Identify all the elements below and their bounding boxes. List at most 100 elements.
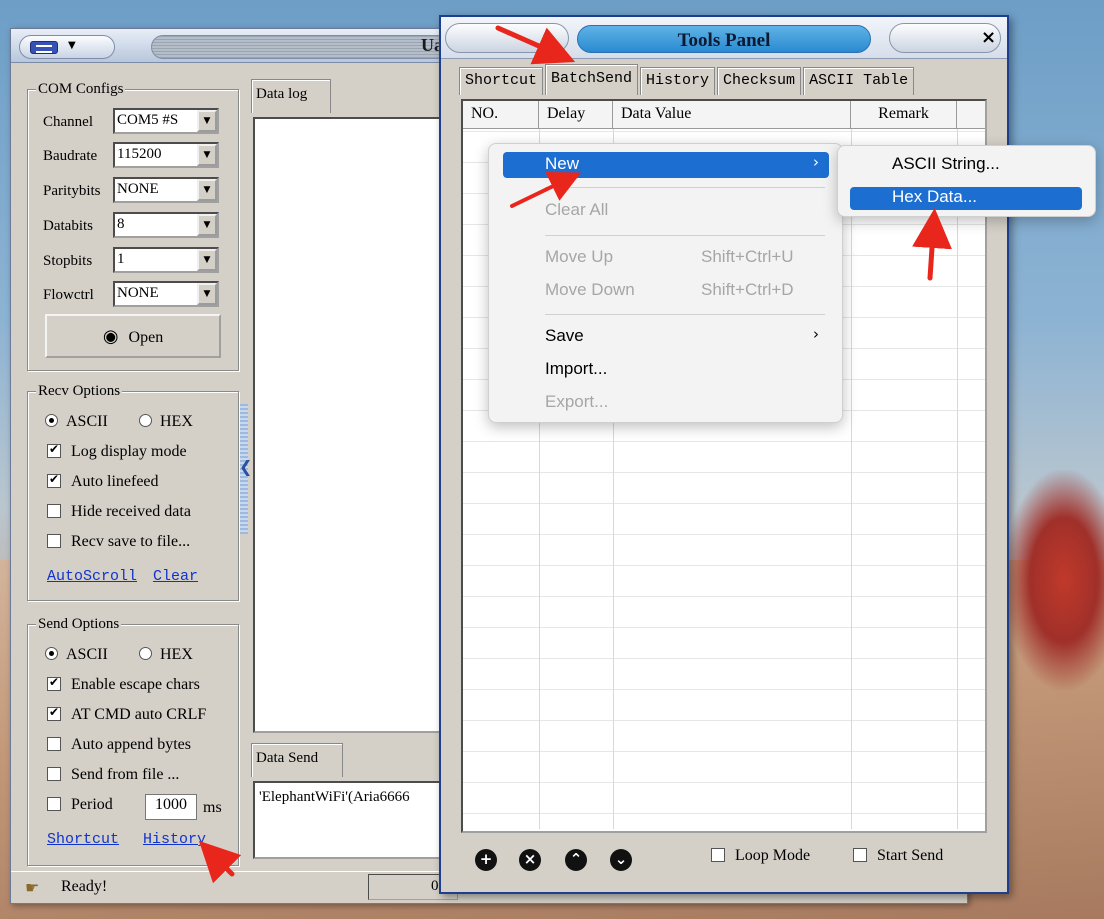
add-item-icon[interactable]: + [475,849,497,871]
record-icon: ◉ [102,326,119,347]
menu-item-move-up: Move Up Shift+Ctrl+U [503,245,829,271]
baudrate-label: Baudrate [43,148,98,164]
channel-value: COM5 #S [117,112,179,128]
data-send-input[interactable]: 'ElephantWiFi'(Aria6666 [253,781,453,859]
at-cmd-crlf-checkbox[interactable]: AT CMD auto CRLF [47,705,206,724]
checkbox-label: Auto linefeed [71,473,159,490]
period-checkbox[interactable]: Period [47,796,113,814]
menu-item-export: Export... [503,390,829,416]
column-header-data-value[interactable]: Data Value [613,101,851,129]
title-pill: Tools Panel [577,25,871,53]
menu-item-save[interactable]: Save › [503,324,829,350]
stopbits-value: 1 [117,251,125,267]
menu-label: Hex Data... [892,187,978,206]
move-down-icon[interactable]: ⌄ [610,849,632,871]
chevron-down-icon: ▼ [68,40,76,51]
tools-panel-title: Tools Panel [677,30,771,51]
column-header-no[interactable]: NO. [463,101,539,129]
start-send-checkbox[interactable]: Start Send [853,847,943,865]
menu-item-new[interactable]: New › [503,152,829,178]
dropdown-arrow-icon[interactable]: ▼ [197,283,217,305]
databits-label: Databits [43,218,93,234]
radio-unselected-icon [139,647,152,660]
stopbits-select[interactable]: 1 ▼ [113,247,219,273]
recv-options-title: Recv Options [36,383,123,400]
menu-separator [545,235,825,236]
tab-history[interactable]: History [640,67,716,95]
checkbox-checked-icon [47,705,61,721]
move-up-icon[interactable]: ⌃ [565,849,587,871]
baudrate-value: 115200 [117,146,162,162]
column-header-remark[interactable]: Remark [851,101,957,129]
dropdown-arrow-icon[interactable]: ▼ [197,110,217,132]
menu-item-import[interactable]: Import... [503,357,829,383]
checkbox-unchecked-icon [47,767,61,781]
send-options-title: Send Options [36,616,122,633]
tab-ascii-table[interactable]: ASCII Table [803,67,915,95]
tab-checksum[interactable]: Checksum [717,67,802,95]
wallpaper-red-plant [1004,470,1104,690]
checkbox-unchecked-icon [47,797,61,811]
dropdown-arrow-icon[interactable]: ▼ [197,144,217,166]
checkbox-checked-icon [47,472,61,488]
menu-separator [545,314,825,315]
clear-link[interactable]: Clear [153,568,198,585]
new-submenu: ASCII String... Hex Data... [837,145,1096,217]
checkbox-label: Hide received data [71,503,191,520]
databits-select[interactable]: 8 ▼ [113,212,219,238]
collapse-left-icon[interactable]: ❮ [239,457,252,476]
tab-batchsend[interactable]: BatchSend [545,64,639,95]
autoscroll-link[interactable]: AutoScroll [47,568,137,585]
auto-append-checkbox[interactable]: Auto append bytes [47,736,191,754]
paritybits-value: NONE [117,181,159,197]
send-radio-ascii[interactable]: ASCII [45,646,108,664]
shortcut-label: Shift+Ctrl+D [701,280,794,299]
period-input[interactable]: 1000 [145,794,197,820]
flowctrl-select[interactable]: NONE ▼ [113,281,219,307]
dropdown-arrow-icon[interactable]: ▼ [197,249,217,271]
checkbox-unchecked-icon [47,534,61,548]
flowctrl-label: Flowctrl [43,287,94,303]
column-header-delay[interactable]: Delay [539,101,613,129]
dropdown-arrow-icon[interactable]: ▼ [197,179,217,201]
log-display-mode-checkbox[interactable]: Log display mode [47,442,187,461]
flowctrl-value: NONE [117,285,159,301]
tab-data-send[interactable]: Data Send [251,743,343,777]
shortcut-label: Shift+Ctrl+U [701,247,794,266]
send-radio-hex[interactable]: HEX [139,646,193,664]
open-label: Open [128,329,164,346]
radio-selected-icon [45,414,58,427]
loop-mode-checkbox[interactable]: Loop Mode [711,847,810,865]
recv-radio-hex[interactable]: HEX [139,413,193,431]
com-configs-title: COM Configs [36,81,126,98]
send-hex-label: HEX [160,646,193,663]
window-menu-button[interactable]: ▼ [19,35,115,59]
checkbox-unchecked-icon [853,848,867,862]
dropdown-arrow-icon[interactable]: ▼ [197,214,217,236]
tab-data-log[interactable]: Data log [251,79,331,113]
delete-item-icon[interactable]: × [519,849,541,871]
escape-chars-checkbox[interactable]: Enable escape chars [47,675,200,694]
tab-shortcut[interactable]: Shortcut [459,67,544,95]
recv-save-file-checkbox[interactable]: Recv save to file... [47,533,190,551]
close-icon[interactable]: × [981,27,996,48]
menu-item-ascii-string[interactable]: ASCII String... [850,152,1082,178]
recv-hex-label: HEX [160,413,193,430]
open-port-button[interactable]: ◉ Open [45,314,221,358]
menu-label: ASCII String... [892,154,1000,173]
chevron-right-icon: › [813,325,819,343]
shortcut-link[interactable]: Shortcut [47,831,119,848]
paritybits-select[interactable]: NONE ▼ [113,177,219,203]
recv-radio-ascii[interactable]: ASCII [45,413,108,431]
menu-item-hex-data[interactable]: Hex Data... [850,187,1082,210]
period-label: Period [71,796,113,813]
column-divider [957,129,958,829]
data-log-area[interactable] [253,117,453,733]
hide-received-checkbox[interactable]: Hide received data [47,503,191,521]
channel-select[interactable]: COM5 #S ▼ [113,108,219,134]
history-link[interactable]: History [143,831,206,848]
tools-title-bar: Tools Panel × [441,17,1007,59]
auto-linefeed-checkbox[interactable]: Auto linefeed [47,472,159,491]
baudrate-select[interactable]: 115200 ▼ [113,142,219,168]
send-from-file-checkbox[interactable]: Send from file ... [47,766,179,784]
